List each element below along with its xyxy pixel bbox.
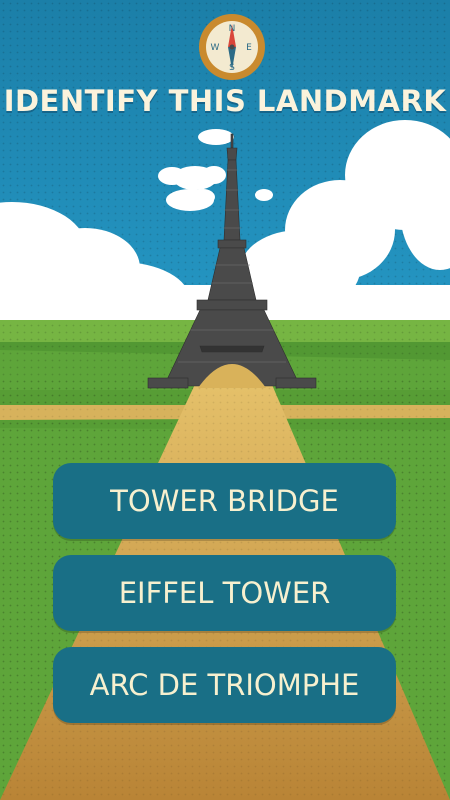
compass-icon: N E S W — [199, 14, 265, 80]
answer-button-arc-de-triomphe[interactable]: ARC DE TRIOMPHE — [53, 647, 396, 723]
compass-letter-s: S — [229, 63, 235, 73]
compass-letter-w: W — [211, 43, 220, 53]
compass-letter-n: N — [229, 24, 236, 34]
compass-letter-e: E — [246, 43, 252, 53]
answer-label: ARC DE TRIOMPHE — [89, 668, 360, 702]
answer-label: TOWER BRIDGE — [110, 484, 339, 518]
answer-label: EIFFEL TOWER — [118, 576, 331, 610]
game-screen: N E S W IDENTIFY THIS LANDMARK TOWER BRI… — [0, 0, 450, 800]
answer-list: TOWER BRIDGE EIFFEL TOWER ARC DE TRIOMPH… — [53, 463, 396, 739]
page-title: IDENTIFY THIS LANDMARK — [3, 84, 447, 118]
answer-button-tower-bridge[interactable]: TOWER BRIDGE — [53, 463, 396, 539]
answer-button-eiffel-tower[interactable]: EIFFEL TOWER — [53, 555, 396, 631]
